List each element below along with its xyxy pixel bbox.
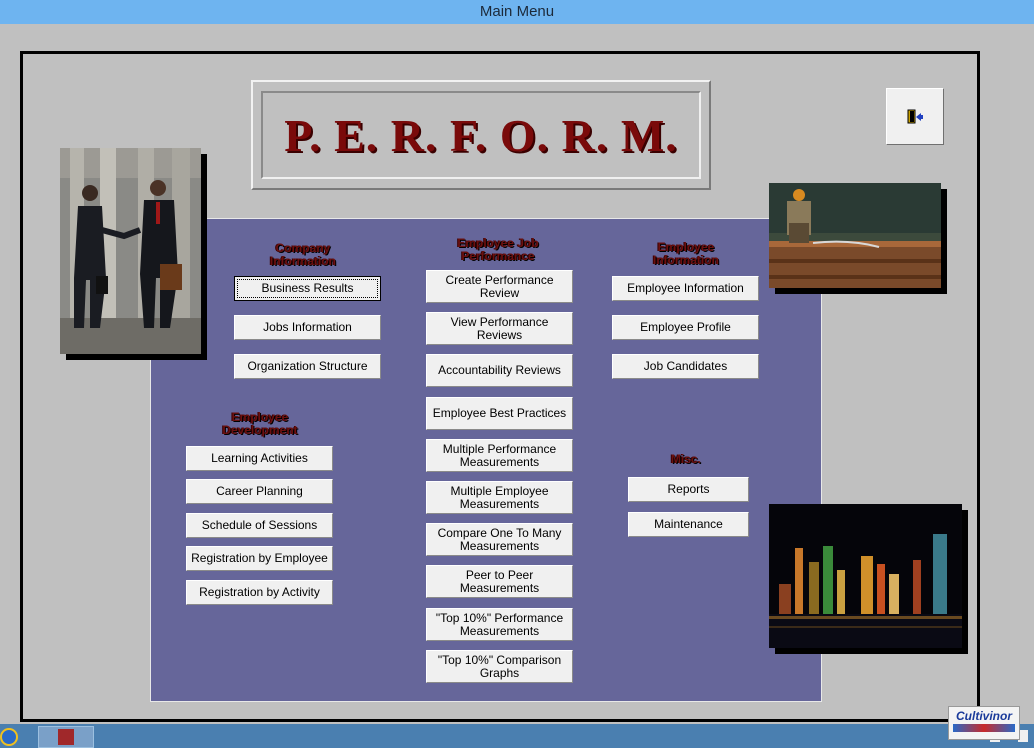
career-planning-button[interactable]: Career Planning <box>186 479 333 504</box>
employee-information-header: Employee Information <box>653 240 719 267</box>
misc-header: Misc. <box>670 452 701 466</box>
jobs-information-button[interactable]: Jobs Information <box>234 315 381 340</box>
employee-profile-button[interactable]: Employee Profile <box>612 315 759 340</box>
job-candidates-button[interactable]: Job Candidates <box>612 354 759 379</box>
view-performance-reviews-button[interactable]: View Performance Reviews <box>426 312 573 345</box>
multiple-employee-measurements-button[interactable]: Multiple Employee Measurements <box>426 481 573 514</box>
access-icon <box>58 729 74 745</box>
create-performance-review-button[interactable]: Create Performance Review <box>426 270 573 303</box>
employee-development-header: Employee Development <box>222 410 298 437</box>
city-skyline-photo <box>769 504 962 648</box>
taskbar <box>0 724 1034 748</box>
access-taskbar-button[interactable] <box>38 726 94 748</box>
exit-button[interactable] <box>886 88 944 145</box>
cultivinor-logo: Cultivinor <box>948 706 1020 740</box>
company-information-header: Company Information <box>270 241 336 268</box>
worker-photo <box>769 183 941 288</box>
title-banner: P. E. R. F. O. R. M. <box>251 80 711 190</box>
employee-information-button[interactable]: Employee Information <box>612 276 759 301</box>
maintenance-button[interactable]: Maintenance <box>628 512 749 537</box>
top-10-comparison-graphs-button[interactable]: "Top 10%" Comparison Graphs <box>426 650 573 683</box>
schedule-of-sessions-button[interactable]: Schedule of Sessions <box>186 513 333 538</box>
exit-door-icon <box>907 109 923 123</box>
window-title: Main Menu <box>479 3 555 20</box>
learning-activities-button[interactable]: Learning Activities <box>186 446 333 471</box>
top-10-performance-button[interactable]: "Top 10%" Performance Measurements <box>426 608 573 641</box>
app-title: P. E. R. F. O. R. M. <box>284 109 678 161</box>
organization-structure-button[interactable]: Organization Structure <box>234 354 381 379</box>
registration-by-employee-button[interactable]: Registration by Employee <box>186 546 333 571</box>
employee-best-practices-button[interactable]: Employee Best Practices <box>426 397 573 430</box>
ie-icon[interactable] <box>0 728 18 746</box>
handshake-photo <box>60 148 201 354</box>
peer-to-peer-button[interactable]: Peer to Peer Measurements <box>426 565 573 598</box>
employee-job-performance-header: Employee Job Performance <box>457 236 539 263</box>
registration-by-activity-button[interactable]: Registration by Activity <box>186 580 333 605</box>
window-title-bar: Main Menu <box>0 0 1034 24</box>
business-results-button[interactable]: Business Results <box>234 276 381 301</box>
multiple-performance-measurements-button[interactable]: Multiple Performance Measurements <box>426 439 573 472</box>
compare-one-to-many-button[interactable]: Compare One To Many Measurements <box>426 523 573 556</box>
accountability-reviews-button[interactable]: Accountability Reviews <box>426 354 573 387</box>
reports-button[interactable]: Reports <box>628 477 749 502</box>
